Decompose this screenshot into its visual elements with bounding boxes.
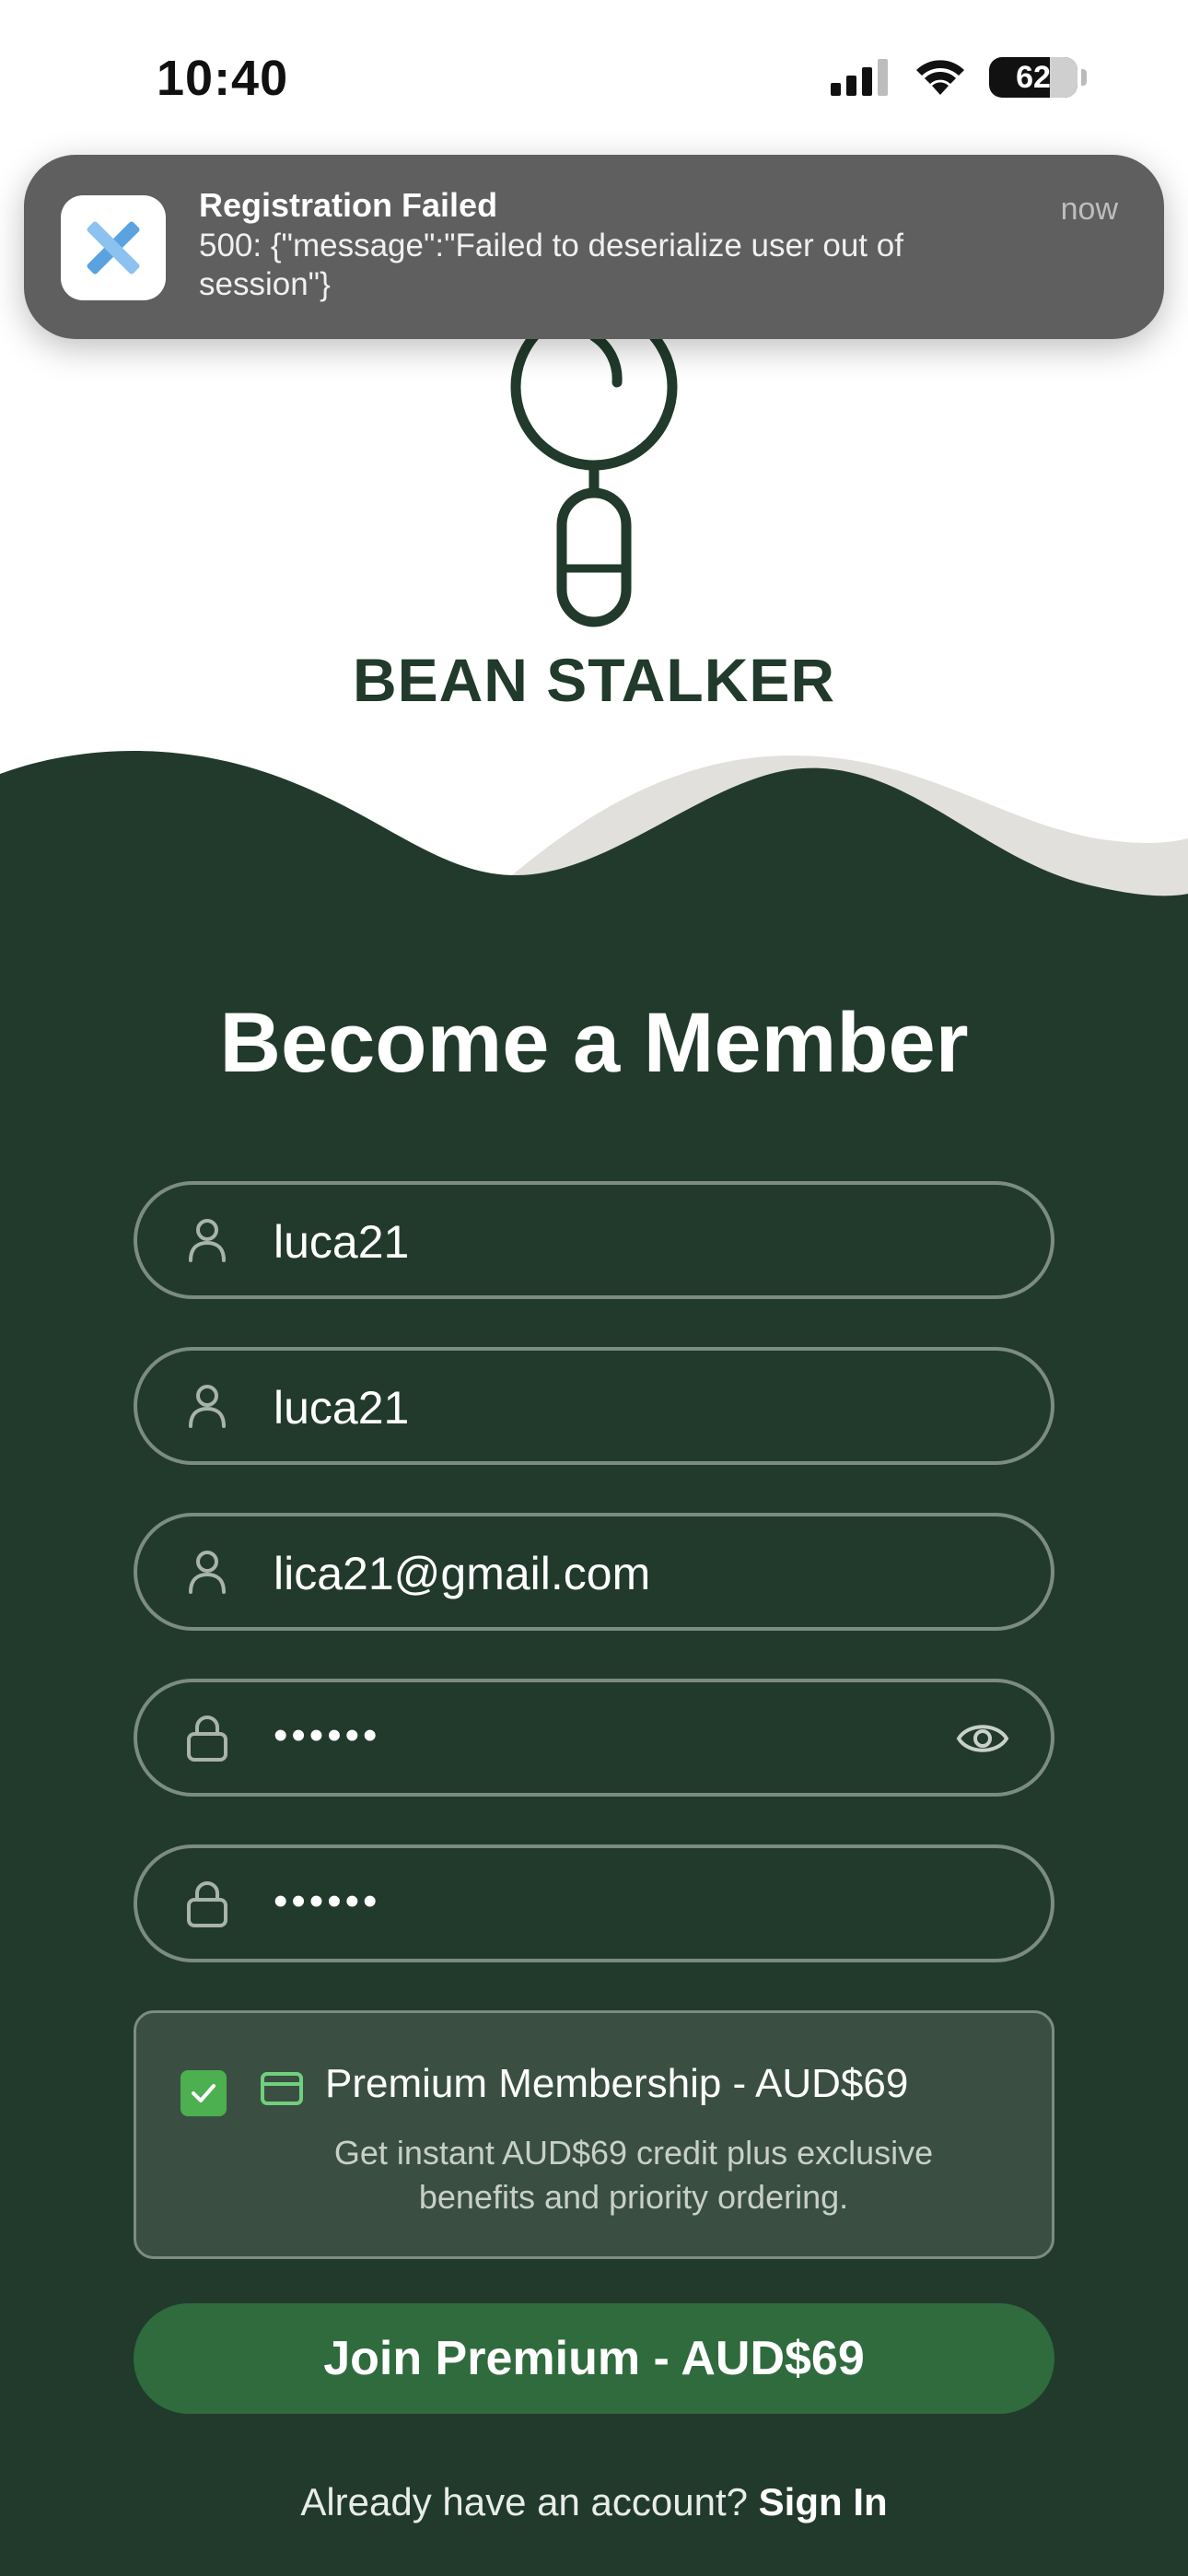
status-icons: 62 — [831, 57, 1087, 98]
brand-logo — [479, 303, 709, 631]
premium-checkbox[interactable] — [181, 2070, 227, 2116]
wifi-icon — [916, 60, 964, 95]
premium-membership-option[interactable]: Premium Membership - AUD$69 Get instant … — [134, 2010, 1054, 2259]
password-field[interactable]: •••••• — [134, 1679, 1054, 1797]
page-title: Become a Member — [219, 996, 969, 1090]
notification-title: Registration Failed — [199, 186, 498, 224]
app-icon — [61, 195, 166, 300]
checkmark-icon — [192, 2084, 215, 2102]
person-icon — [189, 1385, 226, 1428]
username-value: luca21 — [274, 1216, 410, 1268]
signin-link[interactable]: Sign In — [759, 2480, 888, 2523]
battery-icon: 62 — [989, 57, 1077, 98]
username-field[interactable]: luca21 — [134, 1181, 1054, 1299]
lock-icon — [187, 1715, 227, 1762]
status-time: 10:40 — [157, 51, 289, 106]
confirm-password-value: •••••• — [274, 1879, 381, 1924]
confirm-password-field[interactable]: •••••• — [134, 1844, 1054, 1962]
name-value: luca21 — [274, 1382, 410, 1434]
brand-name: BEAN STALKER — [352, 646, 836, 714]
person-icon — [189, 1219, 226, 1262]
email-field[interactable]: lica21@gmail.com — [134, 1513, 1054, 1631]
credit-card-icon — [261, 2072, 303, 2105]
lock-icon — [187, 1881, 227, 1927]
name-field[interactable]: luca21 — [134, 1347, 1054, 1465]
eye-icon[interactable] — [955, 1715, 1010, 1762]
premium-title: Premium Membership - AUD$69 — [325, 2061, 909, 2106]
wave-divider — [0, 751, 1188, 940]
password-value: •••••• — [274, 1713, 381, 1758]
signin-prompt: Already have an account? — [300, 2480, 748, 2523]
signal-icon — [831, 59, 888, 96]
notification-body: 500: {"message":"Failed to deserialize u… — [199, 228, 903, 302]
signin-row: Already have an account? Sign In — [0, 2480, 1188, 2524]
premium-description: Get instant AUD$69 credit plus exclusive… — [333, 2134, 934, 2216]
battery-level: 62 — [1016, 59, 1051, 95]
notification-banner[interactable]: Registration Failed 500: {"message":"Fai… — [24, 155, 1164, 339]
notification-time: now — [1060, 192, 1118, 227]
person-icon — [189, 1551, 226, 1594]
status-bar: 10:40 62 — [0, 0, 1188, 157]
join-premium-button[interactable]: Join Premium - AUD$69 — [134, 2303, 1054, 2414]
email-value: lica21@gmail.com — [274, 1548, 651, 1599]
